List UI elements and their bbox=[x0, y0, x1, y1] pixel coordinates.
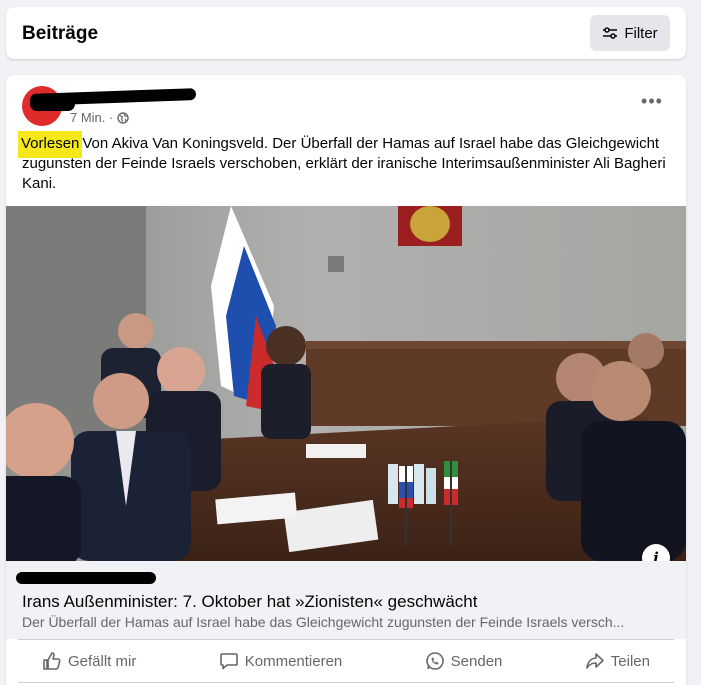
meeting-photo bbox=[6, 206, 686, 561]
filter-icon bbox=[602, 26, 618, 40]
post-image[interactable] bbox=[6, 206, 686, 561]
post-text: Vorlesen Von Akiva Van Koningsveld. Der Ü… bbox=[18, 131, 672, 194]
share-button[interactable]: Teilen bbox=[561, 643, 674, 679]
share-label: Teilen bbox=[610, 652, 650, 670]
more-options-button[interactable]: ••• bbox=[634, 92, 670, 117]
filter-label: Filter bbox=[624, 24, 658, 42]
send-button[interactable]: Senden bbox=[401, 643, 527, 679]
comment-button[interactable]: Kommentieren bbox=[195, 643, 367, 679]
link-description: Der Überfall der Hamas auf Israel habe d… bbox=[22, 614, 625, 630]
post-action-bar: Gefällt mir Kommentieren Senden Teilen bbox=[18, 639, 674, 683]
send-label: Senden bbox=[450, 652, 503, 670]
page-title: Beiträge bbox=[22, 23, 99, 44]
posts-header: Beiträge Filter bbox=[6, 7, 686, 59]
author-name-redaction-extra bbox=[30, 97, 75, 111]
read-aloud-button[interactable]: Vorlesen bbox=[18, 131, 83, 158]
comment-icon bbox=[219, 651, 239, 671]
post-time[interactable]: 7 Min. · bbox=[70, 110, 113, 125]
comment-label: Kommentieren bbox=[244, 652, 343, 670]
post-meta: 7 Min. · bbox=[70, 110, 130, 125]
like-icon bbox=[42, 651, 62, 671]
like-label: Gefällt mir bbox=[68, 652, 137, 670]
source-domain-redaction bbox=[16, 572, 156, 584]
messenger-icon bbox=[425, 651, 445, 671]
share-icon bbox=[585, 651, 605, 671]
link-preview[interactable]: Irans Außenminister: 7. Oktober hat »Zio… bbox=[6, 561, 686, 639]
like-button[interactable]: Gefällt mir bbox=[18, 643, 160, 679]
filter-button[interactable]: Filter bbox=[590, 15, 670, 51]
post-card: 7 Min. · ••• Vorlesen Von Akiva Van Konin… bbox=[6, 75, 686, 685]
post-body-text: Von Akiva Van Koningsveld. Der Überfall … bbox=[22, 135, 666, 192]
link-title[interactable]: Irans Außenminister: 7. Oktober hat »Zio… bbox=[22, 592, 477, 612]
public-globe-icon bbox=[117, 111, 130, 124]
